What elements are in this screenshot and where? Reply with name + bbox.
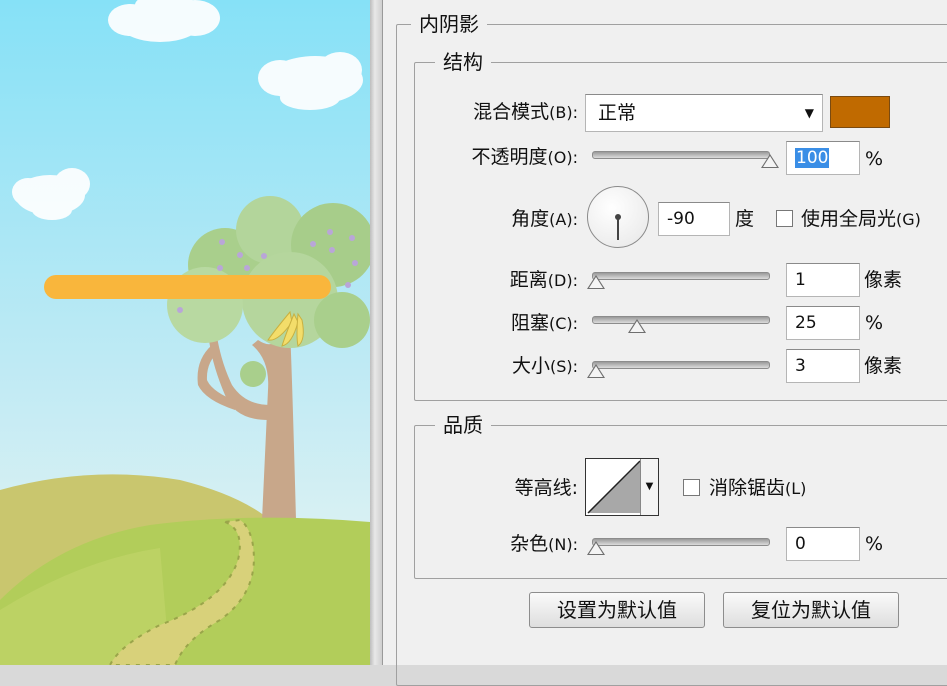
size-input[interactable]: 3	[786, 349, 860, 383]
choke-slider-thumb[interactable]	[627, 319, 646, 333]
opacity-slider-thumb[interactable]	[761, 154, 779, 168]
contour-picker[interactable]: ▼	[585, 458, 659, 516]
opacity-slider-track	[592, 151, 770, 159]
choke-input[interactable]: 25	[786, 306, 860, 340]
noise-label: 杂色(N):	[510, 533, 578, 555]
chevron-down-icon: ▼	[804, 106, 814, 120]
distance-slider-track	[592, 272, 770, 280]
size-unit: 像素	[864, 355, 903, 377]
scene-illustration	[0, 0, 370, 665]
noise-slider[interactable]	[586, 532, 770, 555]
inner-shadow-panel: 内阴影 结构 混合模式(B): 正常 ▼ 不透明度(O): 100 % 角度(A…	[382, 0, 947, 686]
blend-mode-label: 混合模式(B):	[473, 101, 578, 123]
contour-label: 等高线:	[514, 477, 578, 499]
shadow-color-swatch[interactable]	[830, 96, 890, 128]
blend-mode-select[interactable]: 正常 ▼	[585, 94, 823, 132]
angle-label: 角度(A):	[511, 208, 578, 230]
size-label: 大小(S):	[511, 355, 578, 377]
structure-title: 结构	[435, 50, 491, 74]
reset-default-button[interactable]: 复位为默认值	[723, 592, 899, 628]
contour-dropdown-chevron-icon[interactable]: ▼	[640, 459, 658, 515]
opacity-input[interactable]: 100	[786, 141, 860, 175]
global-light-checkbox[interactable]	[776, 210, 793, 227]
choke-unit: %	[865, 312, 884, 334]
distance-slider-thumb[interactable]	[586, 275, 605, 289]
distance-label: 距离(D):	[509, 269, 578, 291]
distance-unit: 像素	[864, 269, 903, 291]
angle-dial[interactable]	[587, 186, 649, 248]
distance-input[interactable]: 1	[786, 263, 860, 297]
noise-unit: %	[865, 533, 884, 555]
set-default-button[interactable]: 设置为默认值	[529, 592, 705, 628]
size-slider[interactable]	[586, 355, 770, 378]
noise-slider-track	[592, 538, 770, 546]
anti-alias-label: 消除锯齿(L)	[709, 477, 807, 499]
opacity-slider[interactable]	[592, 145, 779, 168]
noise-input[interactable]: 0	[786, 527, 860, 561]
choke-slider-track	[592, 316, 770, 324]
panel-divider	[370, 0, 382, 665]
opacity-label: 不透明度(O):	[471, 146, 578, 168]
angle-dial-center	[615, 214, 621, 220]
blend-mode-value: 正常	[598, 102, 637, 124]
platform-bar	[44, 275, 331, 299]
inner-shadow-title: 内阴影	[411, 12, 487, 36]
size-slider-track	[592, 361, 770, 369]
quality-title: 品质	[435, 413, 491, 437]
noise-slider-thumb[interactable]	[586, 541, 605, 555]
angle-input[interactable]: -90	[658, 202, 730, 236]
global-light-label: 使用全局光(G)	[801, 208, 921, 230]
game-scene-preview	[0, 0, 370, 665]
angle-unit: 度	[735, 208, 755, 230]
distance-slider[interactable]	[586, 266, 770, 289]
anti-alias-checkbox[interactable]	[683, 479, 700, 496]
opacity-unit: %	[865, 148, 884, 170]
size-slider-thumb[interactable]	[586, 364, 605, 378]
choke-label: 阻塞(C):	[510, 312, 578, 334]
choke-slider[interactable]	[592, 310, 770, 333]
contour-linear-icon	[587, 460, 641, 514]
